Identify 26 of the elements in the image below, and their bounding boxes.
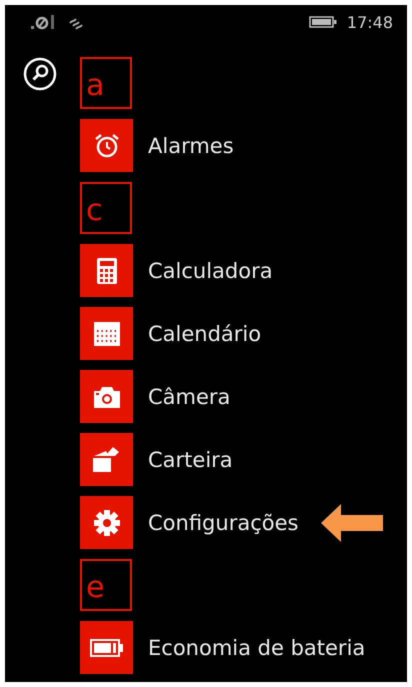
app-name[interactable]: Calculadora — [148, 258, 273, 282]
search-icon[interactable] — [23, 57, 57, 91]
letter-tile[interactable]: a — [80, 57, 132, 109]
app-tile[interactable] — [80, 244, 133, 297]
app-name[interactable]: Alarmes — [148, 134, 234, 158]
app-tile[interactable] — [80, 621, 133, 674]
app-tile[interactable] — [80, 119, 133, 172]
alarm-clock-icon — [94, 132, 120, 158]
signal-icon — [31, 14, 57, 30]
app-name[interactable]: Configurações — [148, 510, 298, 534]
battery-icon — [90, 638, 124, 656]
app-name[interactable]: Carteira — [148, 448, 233, 472]
app-tile[interactable] — [80, 307, 133, 360]
clock-time: 17:48 — [346, 12, 393, 32]
app-tile[interactable] — [80, 496, 133, 549]
letter-tile[interactable]: e — [80, 559, 132, 611]
battery-icon — [308, 16, 337, 28]
calculator-icon — [96, 256, 118, 284]
app-tile[interactable] — [80, 370, 133, 423]
app-name[interactable]: Economia de bateria — [148, 636, 366, 660]
camera-icon — [92, 384, 122, 408]
app-name[interactable]: Calendário — [148, 322, 262, 346]
app-name[interactable]: Câmera — [148, 384, 230, 408]
app-tile[interactable] — [80, 433, 133, 486]
letter-tile[interactable]: c — [80, 182, 132, 234]
gear-icon — [92, 508, 120, 536]
